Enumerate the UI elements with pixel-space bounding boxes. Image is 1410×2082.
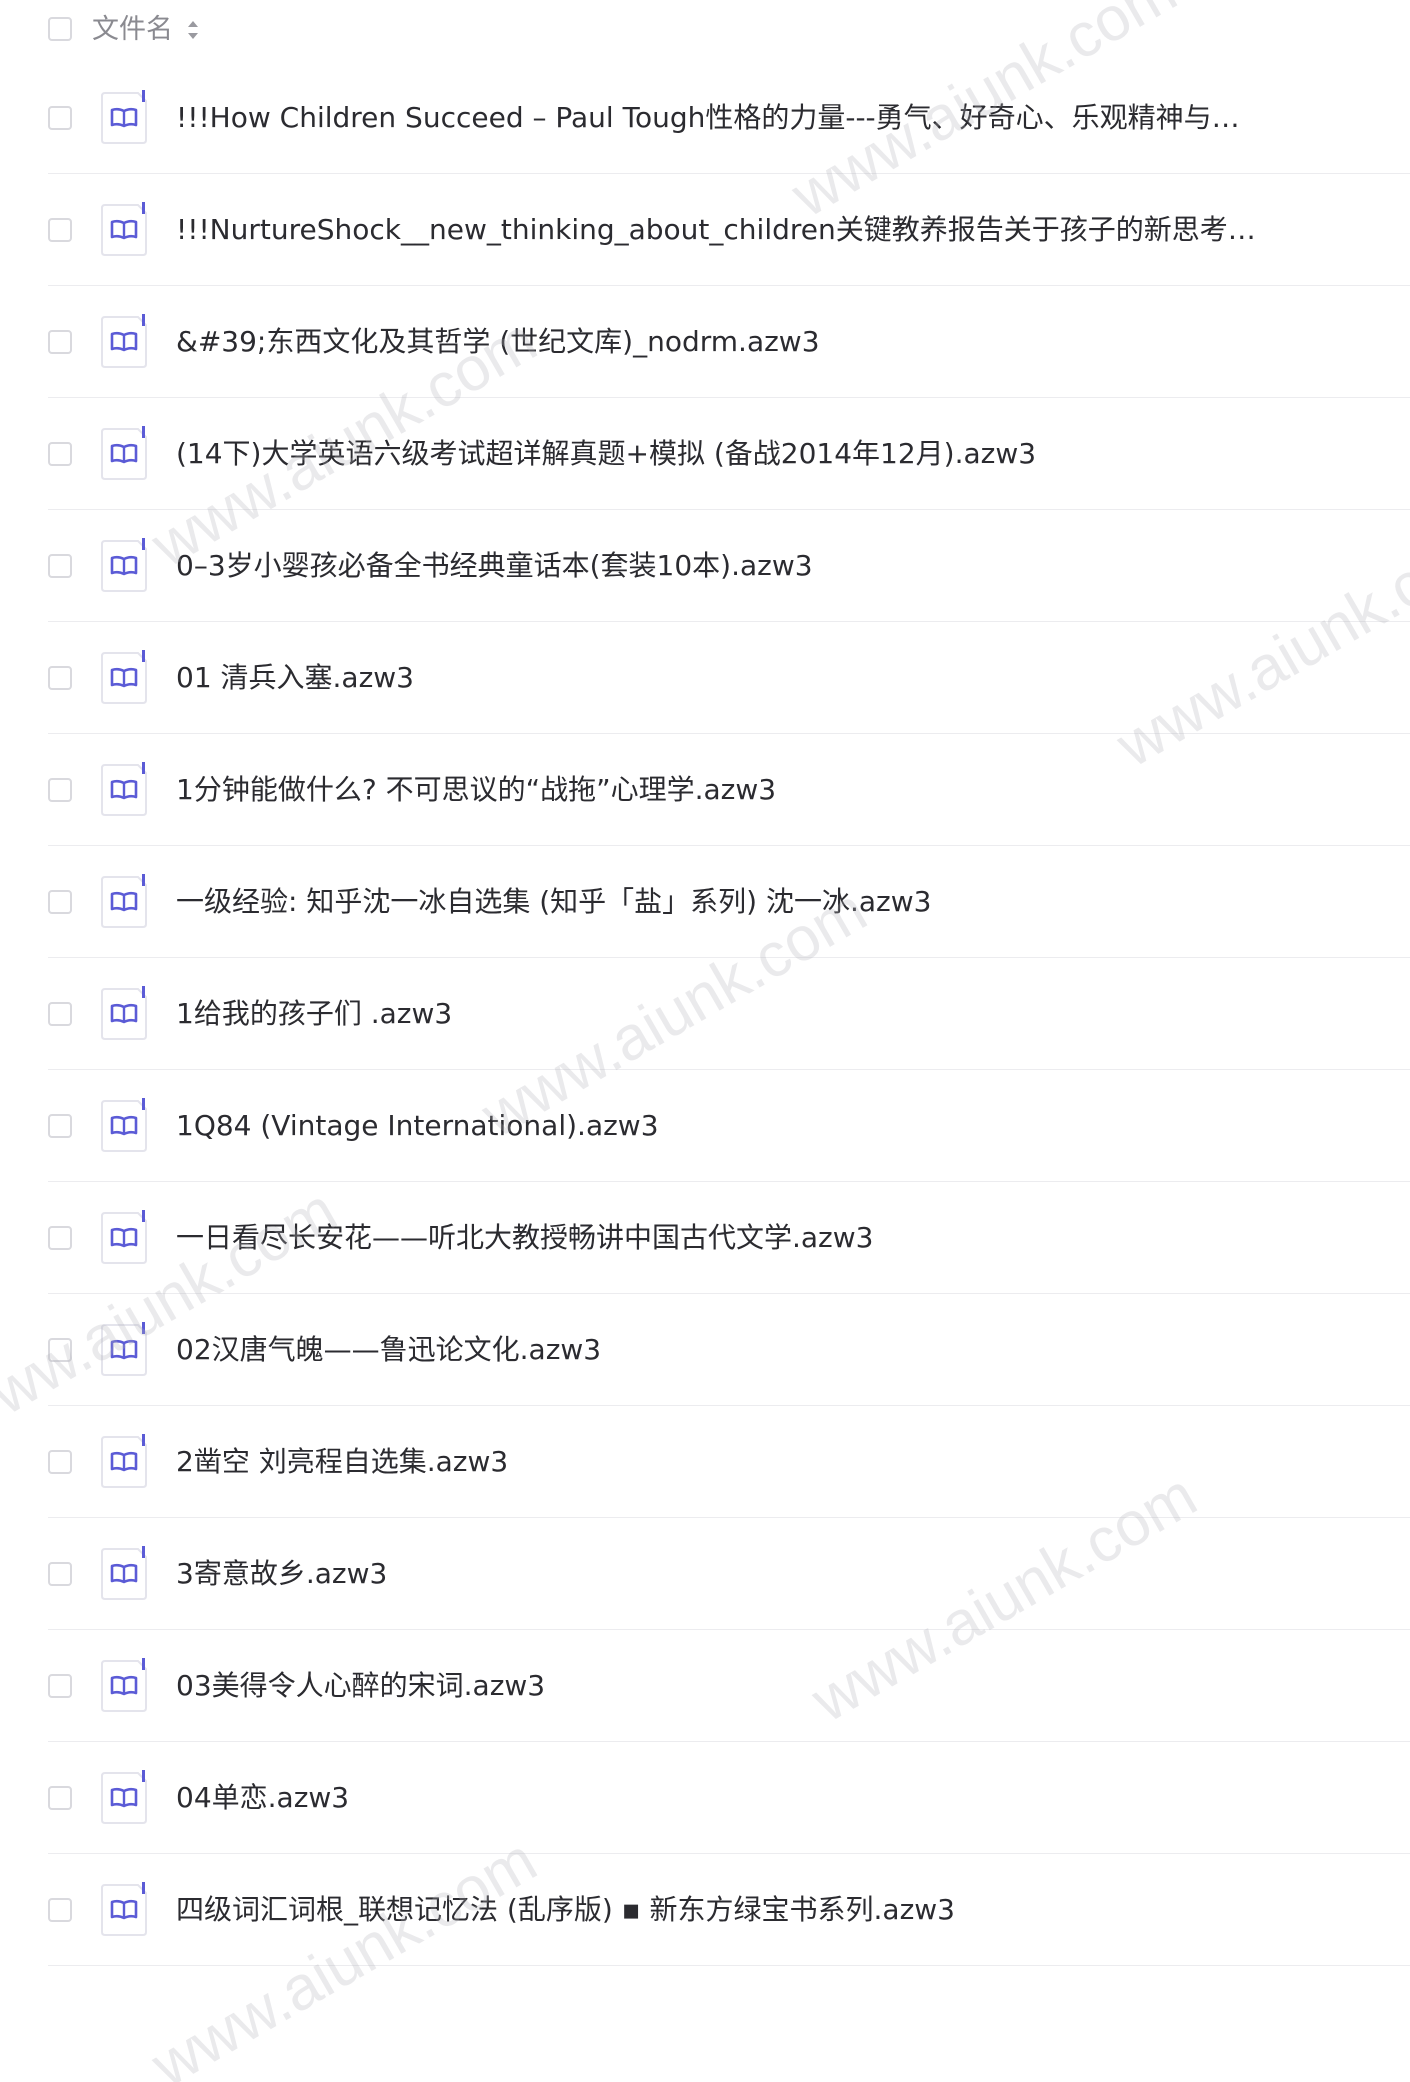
file-name[interactable]: 四级词汇词根_联想记忆法 (乱序版) ▪ 新东方绿宝书系列.azw3 [176,1888,1256,1932]
ebook-file-icon [98,986,150,1042]
file-name[interactable]: !!!How Children Succeed – Paul Tough性格的力… [176,96,1256,140]
file-name[interactable]: 一级经验: 知乎沈一冰自选集 (知乎「盐」系列) 沈一冰.azw3 [176,880,1256,924]
file-name[interactable]: (14下)大学英语六级考试超详解真题+模拟 (备战2014年12月).azw3 [176,432,1256,476]
file-checkbox[interactable] [48,778,72,802]
file-row[interactable]: 03美得令人心醉的宋词.azw3 [0,1630,1410,1742]
file-row[interactable]: 1分钟能做什么? 不可思议的“战拖”心理学.azw3 [0,734,1410,846]
ebook-file-icon [98,1434,150,1490]
file-checkbox[interactable] [48,1562,72,1586]
ebook-file-icon [98,314,150,370]
row-divider [48,1965,1410,1966]
file-row[interactable]: 一级经验: 知乎沈一冰自选集 (知乎「盐」系列) 沈一冰.azw3 [0,846,1410,958]
ebook-file-icon [98,1210,150,1266]
ebook-file-icon [98,874,150,930]
file-checkbox[interactable] [48,330,72,354]
file-row[interactable]: 2凿空 刘亮程自选集.azw3 [0,1406,1410,1518]
file-row[interactable]: 0–3岁小婴孩必备全书经典童话本(套装10本).azw3 [0,510,1410,622]
file-row[interactable]: 一日看尽长安花——听北大教授畅讲中国古代文学.azw3 [0,1182,1410,1294]
ebook-file-icon [98,1322,150,1378]
file-name[interactable]: 1Q84 (Vintage International).azw3 [176,1104,1256,1148]
ebook-file-icon [98,202,150,258]
ebook-file-icon [98,1658,150,1714]
file-checkbox[interactable] [48,1002,72,1026]
file-checkbox[interactable] [48,1898,72,1922]
file-name[interactable]: 04单恋.azw3 [176,1776,1256,1820]
ebook-file-icon [98,762,150,818]
file-checkbox[interactable] [48,1338,72,1362]
file-checkbox[interactable] [48,666,72,690]
file-name[interactable]: 03美得令人心醉的宋词.azw3 [176,1664,1256,1708]
file-name[interactable]: 0–3岁小婴孩必备全书经典童话本(套装10本).azw3 [176,544,1256,588]
sort-icon[interactable] [186,17,200,43]
file-name[interactable]: !!!NurtureShock__new_thinking_about_chil… [176,208,1256,252]
file-row[interactable]: 1Q84 (Vintage International).azw3 [0,1070,1410,1182]
file-list-page: 文件名 !!!How Children Succeed – Paul Tough… [0,0,1410,2082]
ebook-file-icon [98,1882,150,1938]
file-name[interactable]: 02汉唐气魄——鲁迅论文化.azw3 [176,1328,1256,1372]
file-name[interactable]: 01 清兵入塞.azw3 [176,656,1256,700]
file-checkbox[interactable] [48,1226,72,1250]
file-row[interactable]: 四级词汇词根_联想记忆法 (乱序版) ▪ 新东方绿宝书系列.azw3 [0,1854,1410,1966]
file-row[interactable]: (14下)大学英语六级考试超详解真题+模拟 (备战2014年12月).azw3 [0,398,1410,510]
file-checkbox[interactable] [48,1674,72,1698]
file-name[interactable]: 2凿空 刘亮程自选集.azw3 [176,1440,1256,1484]
file-checkbox[interactable] [48,554,72,578]
column-header-filename[interactable]: 文件名 [92,10,173,50]
file-row[interactable]: 1给我的孩子们 .azw3 [0,958,1410,1070]
file-name[interactable]: 1分钟能做什么? 不可思议的“战拖”心理学.azw3 [176,768,1256,812]
file-row[interactable]: 01 清兵入塞.azw3 [0,622,1410,734]
ebook-file-icon [98,1770,150,1826]
file-list: !!!How Children Succeed – Paul Tough性格的力… [0,62,1410,1966]
file-name[interactable]: 一日看尽长安花——听北大教授畅讲中国古代文学.azw3 [176,1216,1256,1260]
file-checkbox[interactable] [48,890,72,914]
select-all-checkbox[interactable] [48,17,72,41]
file-checkbox[interactable] [48,218,72,242]
ebook-file-icon [98,90,150,146]
file-name[interactable]: 3寄意故乡.azw3 [176,1552,1256,1596]
ebook-file-icon [98,538,150,594]
file-row[interactable]: 3寄意故乡.azw3 [0,1518,1410,1630]
file-name[interactable]: &#39;东西文化及其哲学 (世纪文库)_nodrm.azw3 [176,320,1256,364]
ebook-file-icon [98,426,150,482]
file-list-header: 文件名 [0,0,1410,62]
file-checkbox[interactable] [48,442,72,466]
file-row[interactable]: 04单恋.azw3 [0,1742,1410,1854]
ebook-file-icon [98,1098,150,1154]
file-checkbox[interactable] [48,1114,72,1138]
file-row[interactable]: !!!How Children Succeed – Paul Tough性格的力… [0,62,1410,174]
file-checkbox[interactable] [48,1450,72,1474]
file-name[interactable]: 1给我的孩子们 .azw3 [176,992,1256,1036]
file-checkbox[interactable] [48,1786,72,1810]
file-row[interactable]: !!!NurtureShock__new_thinking_about_chil… [0,174,1410,286]
ebook-file-icon [98,1546,150,1602]
file-row[interactable]: 02汉唐气魄——鲁迅论文化.azw3 [0,1294,1410,1406]
file-row[interactable]: &#39;东西文化及其哲学 (世纪文库)_nodrm.azw3 [0,286,1410,398]
file-checkbox[interactable] [48,106,72,130]
ebook-file-icon [98,650,150,706]
